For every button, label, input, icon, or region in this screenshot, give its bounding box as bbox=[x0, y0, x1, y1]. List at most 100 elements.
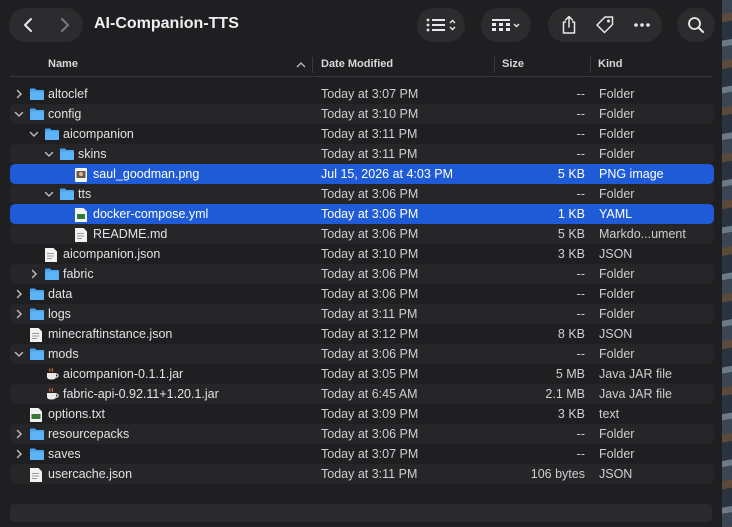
column-header-kind[interactable]: Kind bbox=[598, 58, 622, 70]
file-kind: JSON bbox=[599, 467, 633, 481]
folder-icon bbox=[59, 187, 75, 201]
file-kind: Folder bbox=[599, 307, 635, 321]
folder-icon bbox=[29, 307, 45, 321]
group-by-button[interactable] bbox=[481, 8, 531, 42]
folder-row[interactable]: aicompanion Today at 3:11 PM -- Folder bbox=[10, 124, 714, 144]
path-bar bbox=[10, 504, 712, 522]
folder-row[interactable]: resourcepacks Today at 3:06 PM -- Folder bbox=[10, 424, 714, 444]
file-name: resourcepacks bbox=[48, 427, 130, 441]
file-name: fabric-api-0.92.11+1.20.1.jar bbox=[63, 387, 219, 401]
file-size: -- bbox=[576, 427, 585, 441]
file-row[interactable]: usercache.json Today at 3:11 PM 106 bytes J… bbox=[10, 464, 714, 484]
disclosure-expanded-icon[interactable] bbox=[14, 109, 24, 119]
file-size: -- bbox=[576, 267, 585, 281]
date-modified: Today at 3:11 PM bbox=[321, 127, 418, 141]
file-list: altoclef Today at 3:07 PM -- Folder config To… bbox=[10, 84, 714, 484]
date-modified: Today at 3:09 PM bbox=[321, 407, 419, 421]
folder-row[interactable]: skins Today at 3:11 PM -- Folder bbox=[10, 144, 714, 164]
desktop-wallpaper bbox=[722, 0, 732, 527]
file-name: options.txt bbox=[48, 407, 105, 421]
disclosure-expanded-icon[interactable] bbox=[44, 189, 54, 199]
disclosure-expanded-icon[interactable] bbox=[14, 349, 24, 359]
file-name: aicompanion bbox=[63, 127, 134, 141]
disclosure-collapsed-icon[interactable] bbox=[14, 309, 24, 319]
file-name: saves bbox=[48, 447, 81, 461]
file-kind: Folder bbox=[599, 187, 635, 201]
file-name: aicompanion.json bbox=[63, 247, 161, 261]
file-size: 3 KB bbox=[557, 247, 585, 261]
toolbar: AI-Companion-TTS bbox=[0, 0, 722, 52]
file-size: 8 KB bbox=[557, 327, 585, 341]
file-name: data bbox=[48, 287, 73, 301]
jar-icon bbox=[44, 367, 60, 381]
file-name: tts bbox=[78, 187, 92, 201]
date-modified: Today at 3:06 PM bbox=[321, 287, 419, 301]
folder-row[interactable]: config Today at 3:10 PM -- Folder bbox=[10, 104, 714, 124]
file-row[interactable]: README.md Today at 3:06 PM 5 KB Markdo...um… bbox=[10, 224, 714, 244]
file-row[interactable]: docker-compose.yml Today at 3:06 PM 1 KB YA… bbox=[10, 204, 714, 224]
column-separator[interactable] bbox=[312, 57, 313, 73]
column-header-date[interactable]: Date Modified bbox=[321, 58, 393, 70]
file-row[interactable]: aicompanion.json Today at 3:10 PM 3 KB JSON bbox=[10, 244, 714, 264]
disclosure-collapsed-icon[interactable] bbox=[14, 289, 24, 299]
file-kind: Folder bbox=[599, 347, 635, 361]
file-kind: Java JAR file bbox=[599, 367, 672, 381]
file-kind: text bbox=[599, 407, 620, 421]
doc-icon bbox=[29, 327, 45, 342]
file-row[interactable]: aicompanion-0.1.1.jar Today at 3:05 PM 5 M… bbox=[10, 364, 714, 384]
file-size: -- bbox=[576, 127, 585, 141]
file-size: -- bbox=[576, 347, 585, 361]
view-options-button[interactable] bbox=[417, 8, 465, 42]
file-name: altoclef bbox=[48, 87, 88, 101]
more-button[interactable] bbox=[623, 8, 661, 42]
disclosure-collapsed-icon[interactable] bbox=[14, 89, 24, 99]
doc-icon bbox=[74, 227, 90, 242]
date-modified: Today at 3:06 PM bbox=[321, 427, 419, 441]
file-name: config bbox=[48, 107, 82, 121]
column-separator[interactable] bbox=[494, 57, 495, 73]
disclosure-collapsed-icon[interactable] bbox=[14, 449, 24, 459]
file-name: minecraftinstance.json bbox=[48, 327, 173, 341]
folder-icon bbox=[29, 347, 45, 361]
grid-group-icon bbox=[492, 19, 520, 31]
file-size: 5 KB bbox=[557, 227, 585, 241]
disclosure-collapsed-icon[interactable] bbox=[29, 269, 39, 279]
file-size: -- bbox=[576, 307, 585, 321]
file-name: skins bbox=[78, 147, 107, 161]
back-button[interactable] bbox=[9, 8, 46, 42]
file-size: -- bbox=[576, 187, 585, 201]
date-modified: Today at 3:11 PM bbox=[321, 467, 418, 481]
column-header-size[interactable]: Size bbox=[502, 58, 524, 70]
file-kind: Folder bbox=[599, 267, 635, 281]
share-icon bbox=[562, 15, 576, 34]
folder-icon bbox=[29, 447, 45, 461]
file-name: README.md bbox=[93, 227, 168, 241]
file-name: mods bbox=[48, 347, 79, 361]
file-row[interactable]: minecraftinstance.json Today at 3:12 PM 8 … bbox=[10, 324, 714, 344]
folder-row[interactable]: saves Today at 3:07 PM -- Folder bbox=[10, 444, 714, 464]
chevron-right-icon bbox=[60, 18, 69, 32]
disclosure-collapsed-icon[interactable] bbox=[14, 429, 24, 439]
file-row[interactable]: options.txt Today at 3:09 PM 3 KB text bbox=[10, 404, 714, 424]
folder-row[interactable]: altoclef Today at 3:07 PM -- Folder bbox=[10, 84, 714, 104]
column-separator[interactable] bbox=[590, 57, 591, 73]
column-header-name[interactable]: Name bbox=[48, 58, 78, 70]
folder-row[interactable]: tts Today at 3:06 PM -- Folder bbox=[10, 184, 714, 204]
share-button[interactable] bbox=[550, 8, 588, 42]
file-row[interactable]: fabric-api-0.92.11+1.20.1.jar Today at 6:… bbox=[10, 384, 714, 404]
search-button[interactable] bbox=[677, 8, 715, 42]
folder-row[interactable]: mods Today at 3:06 PM -- Folder bbox=[10, 344, 714, 364]
tag-button[interactable] bbox=[586, 8, 624, 42]
folder-row[interactable]: data Today at 3:06 PM -- Folder bbox=[10, 284, 714, 304]
date-modified: Today at 3:06 PM bbox=[321, 227, 419, 241]
folder-row[interactable]: logs Today at 3:11 PM -- Folder bbox=[10, 304, 714, 324]
forward-button[interactable] bbox=[46, 8, 83, 42]
folder-row[interactable]: fabric Today at 3:06 PM -- Folder bbox=[10, 264, 714, 284]
file-name: logs bbox=[48, 307, 71, 321]
disclosure-expanded-icon[interactable] bbox=[44, 149, 54, 159]
file-row[interactable]: saul_goodman.png Jul 15, 2026 at 4:03 PM 5… bbox=[10, 164, 714, 184]
disclosure-expanded-icon[interactable] bbox=[29, 129, 39, 139]
date-modified: Today at 3:11 PM bbox=[321, 307, 418, 321]
date-modified: Today at 3:11 PM bbox=[321, 147, 418, 161]
ellipsis-icon bbox=[634, 23, 650, 27]
